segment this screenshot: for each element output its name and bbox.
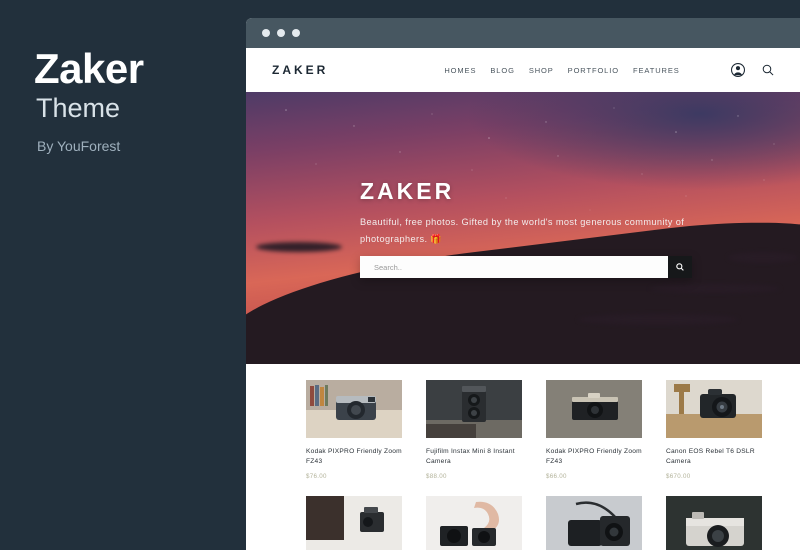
product-thumbnail[interactable]: [306, 380, 402, 438]
cloud-shape: [578, 314, 738, 325]
menu-item-features[interactable]: FEATURES: [633, 66, 680, 75]
product-title[interactable]: Fujifilm Instax Mini 8 Instant Camera: [426, 447, 522, 467]
product-card[interactable]: [666, 496, 762, 550]
product-price: $88.00: [426, 473, 447, 481]
window-dot-close[interactable]: [262, 29, 270, 37]
menu-item-shop[interactable]: SHOP: [529, 66, 554, 75]
main-menu: HOMES BLOG SHOP PORTFOLIO FEATURES: [444, 66, 679, 75]
product-card[interactable]: [306, 496, 402, 550]
browser-mockup: ZAKER HOMES BLOG SHOP PORTFOLIO FEATURES: [246, 18, 800, 550]
product-title[interactable]: Kodak PIXPRO Friendly Zoom FZ43: [306, 447, 402, 467]
product-card[interactable]: Kodak PIXPRO Friendly Zoom FZ43 $76.00: [306, 380, 402, 480]
product-card[interactable]: Kodak PIXPRO Friendly Zoom FZ43 $66.00: [546, 380, 642, 480]
product-thumbnail[interactable]: [306, 496, 402, 550]
navbar-icons: [731, 63, 774, 77]
menu-item-portfolio[interactable]: PORTFOLIO: [568, 66, 619, 75]
product-thumbnail[interactable]: [426, 380, 522, 438]
product-row: Kodak PIXPRO Friendly Zoom FZ43 $76.00 F…: [306, 380, 762, 480]
hero-description: Beautiful, free photos. Gifted by the wo…: [360, 217, 685, 245]
hero-search-bar[interactable]: Search..: [360, 256, 692, 278]
product-thumbnail[interactable]: [546, 496, 642, 550]
product-card[interactable]: [426, 496, 522, 550]
product-thumbnail[interactable]: [666, 496, 762, 550]
product-title[interactable]: Kodak PIXPRO Friendly Zoom FZ43: [546, 447, 642, 467]
product-card[interactable]: Fujifilm Instax Mini 8 Instant Camera $8…: [426, 380, 522, 480]
menu-item-homes[interactable]: HOMES: [444, 66, 476, 75]
user-icon[interactable]: [731, 63, 745, 77]
window-dot-maximize[interactable]: [292, 29, 300, 37]
product-price: $66.00: [546, 473, 567, 481]
promo-byline: By YouForest: [37, 138, 121, 154]
site-logo[interactable]: ZAKER: [272, 63, 328, 77]
promo-panel: Zaker Theme By YouForest: [0, 0, 246, 550]
site-navbar: ZAKER HOMES BLOG SHOP PORTFOLIO FEATURES: [246, 48, 800, 92]
window-dot-minimize[interactable]: [277, 29, 285, 37]
product-price: $76.00: [306, 473, 327, 481]
menu-item-blog[interactable]: BLOG: [490, 66, 514, 75]
cloud-shape: [256, 242, 342, 252]
page-title: Zaker: [34, 45, 144, 92]
product-thumbnail[interactable]: [426, 496, 522, 550]
product-card[interactable]: [546, 496, 642, 550]
hero-section: ZAKER Beautiful, free photos. Gifted by …: [246, 92, 800, 364]
search-input[interactable]: Search..: [360, 256, 668, 278]
product-thumbnail[interactable]: [546, 380, 642, 438]
cloud-shape: [650, 284, 780, 293]
browser-titlebar: [246, 18, 800, 48]
search-button[interactable]: [668, 256, 692, 278]
product-thumbnail[interactable]: [666, 380, 762, 438]
hero-title: ZAKER: [360, 178, 455, 204]
promo-banner: Zaker Theme By YouForest ZAKER HOMES BLO…: [0, 0, 800, 550]
cloud-shape: [728, 252, 798, 263]
promo-subtitle: Theme: [36, 93, 121, 123]
search-icon[interactable]: [762, 64, 774, 76]
product-price: $670.00: [666, 473, 691, 481]
product-row: [306, 496, 762, 550]
product-grid: Kodak PIXPRO Friendly Zoom FZ43 $76.00 F…: [246, 364, 800, 550]
product-card[interactable]: Canon EOS Rebel T6 DSLR Camera $670.00: [666, 380, 762, 480]
product-title[interactable]: Canon EOS Rebel T6 DSLR Camera: [666, 447, 762, 467]
